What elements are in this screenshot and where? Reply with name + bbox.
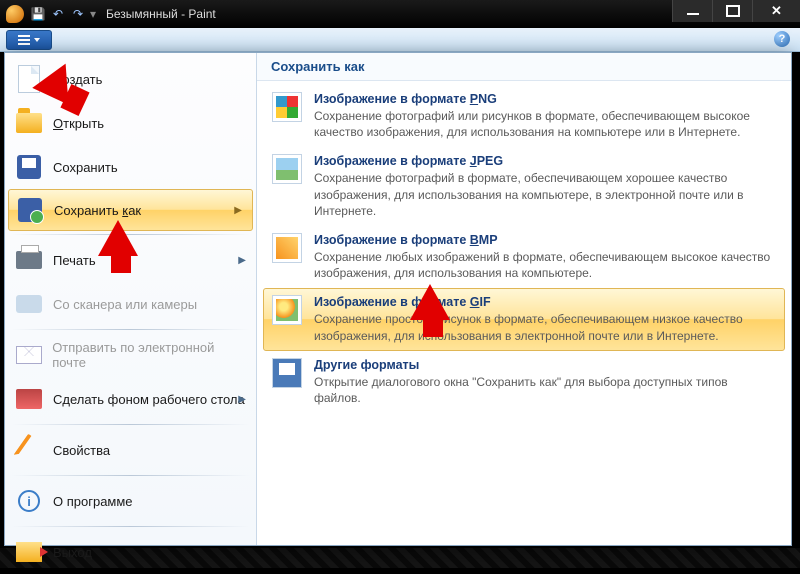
other-formats-icon	[272, 358, 302, 388]
save-as-icon	[18, 198, 42, 222]
menu-item-about[interactable]: i О программе	[5, 479, 256, 523]
menu-item-save[interactable]: Сохранить	[5, 145, 256, 189]
minimize-button[interactable]	[672, 0, 712, 22]
format-description: Открытие диалогового окна "Сохранить как…	[314, 374, 776, 406]
exit-icon	[16, 542, 42, 562]
format-title: Другие форматы	[314, 358, 776, 372]
menu-item-label: О программе	[53, 494, 133, 509]
format-title: Изображение в формате GIF	[314, 295, 776, 309]
menu-divider	[11, 329, 250, 330]
menu-item-label: Сделать фоном рабочего стола	[53, 392, 245, 407]
menu-item-label: Выход	[53, 545, 92, 560]
titlebar: 💾 ↶ ↷ ▾ Безымянный - Paint	[0, 0, 800, 28]
menu-divider	[11, 526, 250, 527]
menu-item-exit[interactable]: Выход	[5, 530, 256, 574]
menu-divider	[11, 424, 250, 425]
menu-item-label: Отправить по электронной почте	[52, 340, 246, 370]
format-list: Изображение в формате PNG Сохранение фот…	[257, 81, 791, 417]
chevron-right-icon: ▶	[238, 394, 246, 405]
format-title: Изображение в формате BMP	[314, 233, 776, 247]
menu-item-label: Со сканера или камеры	[53, 297, 197, 312]
png-icon	[272, 92, 302, 122]
menu-icon	[18, 35, 30, 45]
save-as-submenu: Сохранить как Изображение в формате PNG …	[257, 53, 791, 545]
format-description: Сохранение фотографий или рисунков в фор…	[314, 108, 776, 140]
window-controls	[672, 0, 800, 22]
qat-redo-icon[interactable]: ↷	[70, 6, 86, 22]
window-title: Безымянный - Paint	[106, 7, 216, 21]
scanner-icon	[16, 295, 42, 313]
caret-down-icon	[34, 38, 40, 42]
menu-item-properties[interactable]: Свойства	[5, 428, 256, 472]
qat-customize-icon[interactable]: ▾	[90, 7, 96, 21]
qat-save-icon[interactable]: 💾	[30, 6, 46, 22]
menu-divider	[11, 475, 250, 476]
quick-access-toolbar: 💾 ↶ ↷ ▾	[30, 6, 96, 22]
menu-item-scanner: Со сканера или камеры	[5, 282, 256, 326]
chevron-right-icon: ▶	[238, 255, 246, 266]
menu-item-email: Отправить по электронной почте	[5, 333, 256, 377]
help-button[interactable]: ?	[774, 31, 790, 47]
info-icon: i	[18, 490, 40, 512]
format-png[interactable]: Изображение в формате PNG Сохранение фот…	[263, 85, 785, 147]
qat-undo-icon[interactable]: ↶	[50, 6, 66, 22]
menu-item-label: Свойства	[53, 443, 110, 458]
format-description: Сохранение простого рисунок в формате, о…	[314, 311, 776, 343]
format-description: Сохранение фотографий в формате, обеспеч…	[314, 170, 776, 219]
menu-item-label: Печать	[53, 253, 96, 268]
menu-item-label: Сохранить как	[54, 203, 141, 218]
chevron-right-icon: ▶	[234, 205, 242, 216]
maximize-button[interactable]	[712, 0, 752, 22]
format-title: Изображение в формате PNG	[314, 92, 776, 106]
ribbon: ?	[0, 28, 800, 52]
desktop-wallpaper-icon	[16, 389, 42, 409]
folder-open-icon	[16, 113, 42, 133]
submenu-header: Сохранить как	[257, 53, 791, 81]
format-bmp[interactable]: Изображение в формате BMP Сохранение люб…	[263, 226, 785, 288]
printer-icon	[16, 251, 42, 269]
file-menu-button[interactable]	[6, 30, 52, 50]
close-button[interactable]	[752, 0, 800, 22]
bmp-icon	[272, 233, 302, 263]
app-icon	[6, 5, 24, 23]
file-menu-left: Создать Открыть Сохранить Сохранить как …	[5, 53, 257, 545]
format-gif[interactable]: Изображение в формате GIF Сохранение про…	[263, 288, 785, 350]
gif-icon	[272, 295, 302, 325]
format-other[interactable]: Другие форматы Открытие диалогового окна…	[263, 351, 785, 413]
checkmark-icon	[13, 434, 44, 467]
format-title: Изображение в формате JPEG	[314, 154, 776, 168]
save-icon	[17, 155, 41, 179]
format-description: Сохранение любых изображений в формате, …	[314, 249, 776, 281]
mail-icon	[16, 346, 42, 364]
menu-item-label: Открыть	[53, 116, 104, 131]
menu-item-open[interactable]: Открыть	[5, 101, 256, 145]
menu-item-wallpaper[interactable]: Сделать фоном рабочего стола ▶	[5, 377, 256, 421]
file-menu-panel: Создать Открыть Сохранить Сохранить как …	[4, 52, 792, 546]
jpeg-icon	[272, 154, 302, 184]
format-jpeg[interactable]: Изображение в формате JPEG Сохранение фо…	[263, 147, 785, 226]
menu-item-label: Сохранить	[53, 160, 118, 175]
